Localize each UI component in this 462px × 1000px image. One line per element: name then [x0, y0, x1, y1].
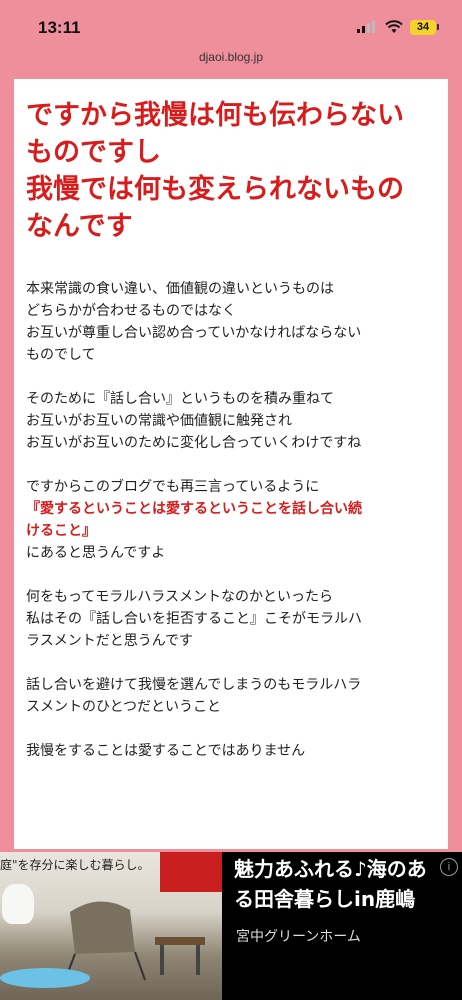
body-line: 何をもってモラルハラスメントなのかといったら	[26, 589, 334, 605]
paragraph: 本来常識の食い違い、価値観の違いというものは どちらかが合わせるものではなく お…	[26, 278, 441, 366]
body-line: にあると思うんですよ	[26, 545, 166, 561]
wifi-icon	[385, 20, 403, 33]
paragraph: 話し合いを避けて我慢を選んでしまうのもモラルハラ スメントのひとつだということ	[26, 674, 441, 718]
ad-info-icon[interactable]: i	[440, 858, 458, 876]
body-line: 我慢をすることは愛することではありません	[26, 743, 306, 759]
headline-line: ですから我慢は何も伝わらない	[26, 100, 404, 131]
article-body: 本来常識の食い違い、価値観の違いというものは どちらかが合わせるものではなく お…	[26, 278, 441, 784]
pool-figure	[0, 968, 90, 988]
headline-line: ものですし	[26, 137, 161, 168]
body-line: お互いがお互いの常識や価値観に触発され	[26, 413, 292, 429]
camp-chair-illustration	[64, 901, 205, 981]
body-line: スメントのひとつだということ	[26, 699, 222, 715]
ad-title[interactable]: 魅力あふれる♪海のあ る田舎暮らしin鹿嶋	[234, 854, 456, 914]
paragraph: 我慢をすることは愛することではありません	[26, 740, 441, 762]
body-line: 本来常識の食い違い、価値観の違いというものは	[26, 281, 334, 297]
ad-title-line[interactable]: る田舎暮らしin鹿嶋	[234, 884, 456, 914]
battery-indicator: 34	[410, 20, 436, 35]
ad-banner-text: 庭"を存分に楽しむ暮らし。	[0, 858, 150, 872]
body-line: お互いが尊重し合い認め合っていかなければならない	[26, 325, 362, 341]
article-card: ですから我慢は何も伝わらない ものですし 我慢では何も変えられないもの なんです…	[14, 79, 448, 849]
cellular-signal-icon	[357, 21, 375, 33]
paragraph: 何をもってモラルハラスメントなのかといったら 私はその『話し合いを拒否すること』…	[26, 586, 441, 652]
body-line: そのために『話し合い』というものを積み重ねて	[26, 391, 334, 407]
emphasis-line: けること』	[26, 523, 96, 539]
body-line: ですからこのブログでも再三言っているように	[26, 479, 320, 495]
ad-title-line[interactable]: 魅力あふれる♪海のあ	[234, 854, 456, 884]
paragraph: そのために『話し合い』というものを積み重ねて お互いがお互いの常識や価値観に触発…	[26, 388, 441, 454]
body-line: お互いがお互いのために変化し合っていくわけですね	[26, 435, 362, 451]
battery-tip	[437, 24, 439, 30]
dog-figure	[2, 884, 34, 924]
body-line: どちらかが合わせるものではなく	[26, 303, 236, 319]
address-bar-url[interactable]: djaoi.blog.jp	[0, 50, 462, 64]
ad-red-label	[160, 852, 222, 892]
body-line: ものでして	[26, 347, 96, 363]
ad-banner[interactable]: 庭"を存分に楽しむ暮らし。 魅力あふれる♪海のあ る田舎暮らしin鹿嶋 宮中グリ…	[0, 852, 462, 1000]
article-headline: ですから我慢は何も伝わらない ものですし 我慢では何も変えられないもの なんです	[26, 97, 441, 245]
ad-company[interactable]: 宮中グリーンホーム	[236, 926, 361, 946]
emphasis-line: 『愛するということは愛するということを話し合い続	[26, 501, 362, 517]
paragraph: ですからこのブログでも再三言っているように 『愛するということは愛するということ…	[26, 476, 441, 564]
status-time: 13:11	[38, 18, 81, 37]
body-line: ラスメントだと思うんです	[26, 633, 194, 649]
headline-line: 我慢では何も変えられないもの	[26, 174, 404, 205]
body-line: 私はその『話し合いを拒否すること』こそがモラルハ	[26, 611, 362, 627]
body-line: 話し合いを避けて我慢を選んでしまうのもモラルハラ	[26, 677, 362, 693]
ad-image[interactable]: 庭"を存分に楽しむ暮らし。	[0, 852, 222, 1000]
status-bar: 13:11 34	[0, 0, 462, 46]
headline-line: なんです	[26, 211, 133, 242]
